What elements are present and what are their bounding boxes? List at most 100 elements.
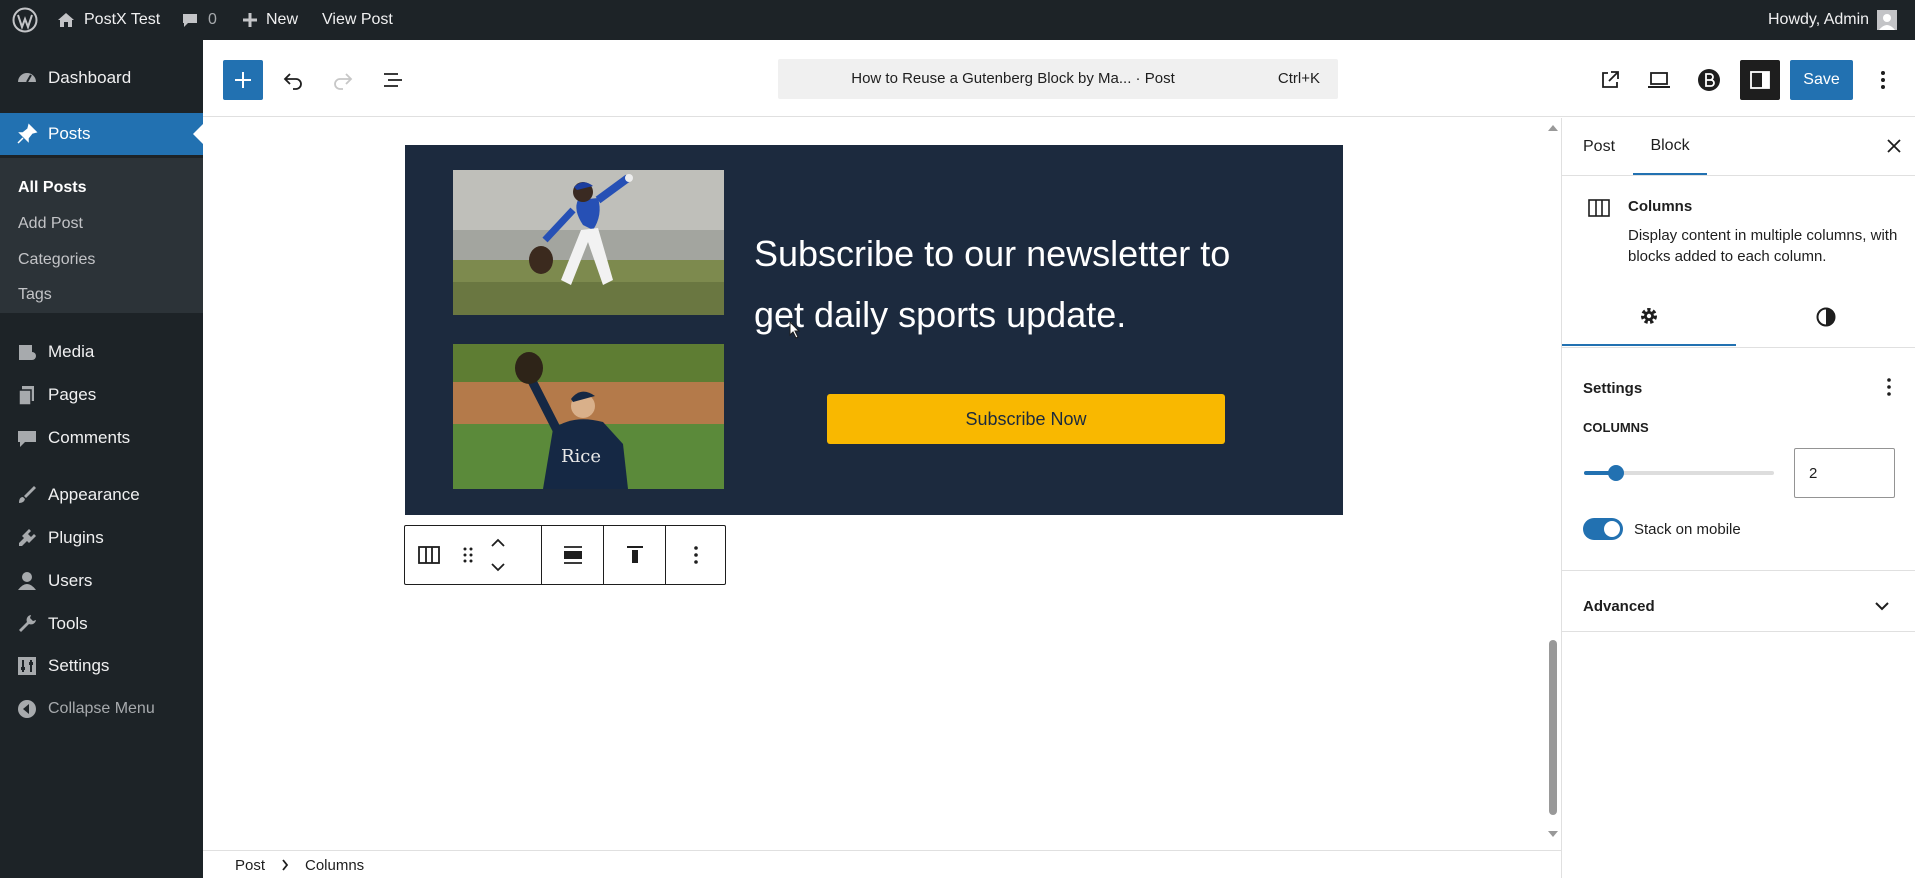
columns-block[interactable]: Rice Subscribe to our newsletter to get … [405,145,1343,515]
close-sidebar-button[interactable] [1878,130,1910,162]
drag-handle-icon [463,547,473,563]
command-palette-bar[interactable]: How to Reuse a Gutenberg Block by Ma... … [778,59,1338,99]
menu-item-plugins[interactable]: Plugins [0,517,203,559]
settings-panel-title: Settings [1583,380,1643,397]
submenu-item-add-post[interactable]: Add Post [18,215,83,233]
menu-item-appearance[interactable]: Appearance [0,474,203,516]
view-post-button[interactable] [1590,60,1630,100]
document-title: How to Reuse a Gutenberg Block by Ma... … [851,70,1175,87]
view-post-link[interactable]: View Post [322,0,393,40]
menu-item-dashboard[interactable]: Dashboard [0,57,203,99]
columns-icon [418,546,440,564]
collapse-icon [15,697,39,721]
menu-item-comments[interactable]: Comments [0,417,203,459]
redo-button[interactable] [323,60,363,100]
menu-item-pages[interactable]: Pages [0,374,203,416]
menu-item-settings[interactable]: Settings [0,645,203,687]
menu-item-posts[interactable]: Posts [0,113,203,155]
drag-handle[interactable] [453,526,483,584]
document-overview-button[interactable] [373,60,413,100]
block-card: Columns Display content in multiple colu… [1562,176,1915,276]
editor-header: How to Reuse a Gutenberg Block by Ma... … [203,40,1915,117]
advanced-panel-toggle[interactable]: Advanced [1562,571,1915,631]
plugin-button[interactable] [1689,60,1729,100]
menu-label-settings: Settings [48,656,110,675]
block-type-button[interactable] [405,526,453,584]
pages-icon [15,383,39,407]
dashboard-icon [15,66,39,90]
newsletter-headline[interactable]: Subscribe to our newsletter to get daily… [754,223,1284,345]
chevron-right-icon [282,859,289,871]
subscribe-now-button[interactable]: Subscribe Now [827,394,1225,444]
settings-sidebar-toggle[interactable] [1740,60,1780,100]
home-icon [56,10,76,30]
options-menu-button[interactable] [1863,60,1903,100]
baseball-pitcher-image[interactable] [453,170,724,315]
wordpress-logo-icon[interactable] [10,0,40,40]
stack-on-mobile-label: Stack on mobile [1634,521,1741,538]
save-label: Save [1803,71,1840,88]
divider [1562,347,1915,348]
columns-icon [1588,199,1610,217]
site-name-link[interactable]: PostX Test [56,0,160,40]
posts-submenu: All Posts Add Post Categories Tags [0,158,203,313]
external-link-icon [1602,71,1619,88]
columns-slider-thumb[interactable] [1608,465,1624,481]
submenu-item-tags[interactable]: Tags [18,286,52,304]
move-up-down-buttons[interactable] [483,526,513,584]
submenu-item-all-posts[interactable]: All Posts [18,179,86,197]
columns-range-slider[interactable] [1584,465,1774,481]
mouse-cursor-icon [789,320,801,344]
more-vertical-icon [693,546,698,564]
tab-block[interactable]: Block [1633,118,1707,175]
advanced-panel-title: Advanced [1583,598,1655,615]
stack-on-mobile-toggle[interactable] [1583,518,1623,540]
block-toolbar [404,525,726,585]
my-account-link[interactable]: Howdy, Admin [1768,0,1898,40]
collapse-menu-button[interactable]: Collapse Menu [0,688,203,730]
menu-item-users[interactable]: Users [0,560,203,602]
menu-item-media[interactable]: Media [0,331,203,373]
align-button[interactable] [542,526,603,584]
vertical-align-button[interactable] [604,526,665,584]
tab-settings[interactable] [1562,288,1736,346]
menu-label-pages: Pages [48,385,97,404]
plus-icon [235,72,251,88]
block-breadcrumb: Post Columns [203,850,1561,878]
divider [1562,631,1915,632]
tab-post[interactable]: Post [1583,118,1623,175]
avatar [1877,10,1898,30]
menu-label-dashboard: Dashboard [48,68,132,87]
menu-label-media: Media [48,342,95,361]
tab-styles[interactable] [1736,288,1915,346]
save-button[interactable]: Save [1790,60,1853,100]
baseball-catcher-image[interactable]: Rice [453,344,724,489]
scrollbar-thumb[interactable] [1549,640,1557,815]
contrast-icon [1816,307,1836,327]
canvas-scrollbar[interactable] [1545,118,1561,850]
undo-button[interactable] [273,60,313,100]
columns-control-label: COLUMNS [1583,420,1649,435]
wrench-icon [15,612,39,636]
brush-icon [15,483,39,507]
chevron-down-icon [1875,602,1889,611]
chevron-up-down-icon [491,538,505,572]
scroll-up-arrow-icon [1548,125,1558,131]
tab-block-label: Block [1650,136,1690,154]
columns-number-input[interactable] [1794,448,1895,498]
block-options-button[interactable] [666,526,725,584]
block-inserter-button[interactable] [223,60,263,100]
comments-count: 0 [208,11,217,28]
plus-icon [242,12,258,28]
menu-label-users: Users [48,571,93,590]
settings-options-button[interactable] [1874,372,1904,402]
admin-bar: PostX Test 0 New View Post Howdy, Admin [0,0,1915,40]
breadcrumb-item-columns[interactable]: Columns [305,857,364,874]
submenu-item-categories[interactable]: Categories [18,251,95,269]
menu-item-tools[interactable]: Tools [0,603,203,645]
comments-link[interactable]: 0 [180,0,217,40]
preview-device-button[interactable] [1639,60,1679,100]
breadcrumb-item-post[interactable]: Post [235,857,265,874]
menu-label-collapse: Collapse Menu [48,700,155,717]
new-content-link[interactable]: New [242,0,298,40]
